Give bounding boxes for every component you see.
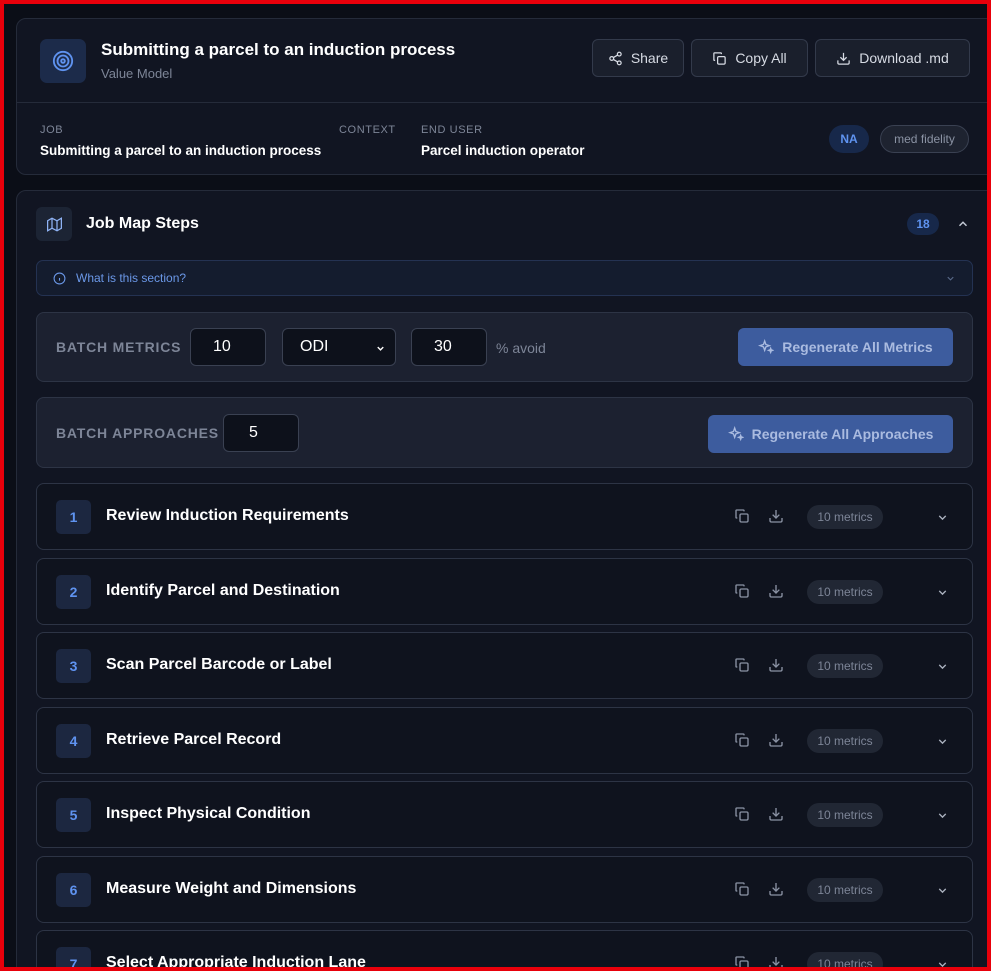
metrics-count-badge: 10 metrics: [807, 505, 883, 529]
copy-icon[interactable]: [734, 508, 750, 524]
download-icon: [837, 52, 850, 65]
job-step-row[interactable]: 4 Retrieve Parcel Record 10 metrics: [36, 707, 973, 774]
step-number: 1: [56, 500, 91, 534]
step-title: Inspect Physical Condition: [106, 805, 311, 822]
what-is-this-section-toggle[interactable]: What is this section?: [36, 260, 973, 296]
step-number: 7: [56, 947, 91, 967]
step-title: Identify Parcel and Destination: [106, 582, 340, 599]
avoid-suffix: % avoid: [496, 340, 546, 356]
copy-all-button[interactable]: Copy All: [691, 39, 808, 77]
share-button[interactable]: Share: [592, 39, 684, 77]
job-label: JOB: [40, 124, 64, 136]
sparkle-icon: [727, 426, 744, 442]
download-label: Download .md: [859, 50, 949, 66]
info-icon: [53, 272, 66, 285]
chevron-down-icon: [947, 276, 954, 281]
copy-all-label: Copy All: [735, 50, 787, 66]
batch-metrics-label: BATCH METRICS: [56, 339, 182, 355]
approaches-count-input[interactable]: [223, 414, 299, 452]
regenerate-all-approaches-button[interactable]: Regenerate All Approaches: [708, 415, 953, 453]
target-icon: [52, 50, 74, 72]
copy-icon[interactable]: [734, 881, 750, 897]
chevron-down-icon[interactable]: [936, 884, 949, 897]
step-number: 3: [56, 649, 91, 683]
metric-type-select[interactable]: ODI: [282, 328, 396, 366]
sparkle-icon: [758, 339, 775, 355]
step-title: Retrieve Parcel Record: [106, 731, 282, 748]
step-number: 6: [56, 873, 91, 907]
context-label: CONTEXT: [339, 124, 396, 136]
job-map-steps-section: Job Map Steps 18 What is this section? B…: [16, 190, 987, 967]
chevron-down-icon[interactable]: [936, 809, 949, 822]
download-icon[interactable]: [768, 732, 784, 748]
chevron-down-icon[interactable]: [936, 586, 949, 599]
page-title: Submitting a parcel to an induction proc…: [101, 40, 456, 59]
step-number: 4: [56, 724, 91, 758]
chevron-down-icon[interactable]: [936, 660, 949, 673]
step-number: 5: [56, 798, 91, 832]
download-md-button[interactable]: Download .md: [815, 39, 970, 77]
job-step-row[interactable]: 5 Inspect Physical Condition 10 metrics: [36, 781, 973, 848]
copy-icon[interactable]: [734, 657, 750, 673]
download-icon[interactable]: [768, 583, 784, 599]
job-step-row[interactable]: 7 Select Appropriate Induction Lane 10 m…: [36, 930, 973, 967]
metrics-count-badge: 10 metrics: [807, 878, 883, 902]
download-icon[interactable]: [768, 881, 784, 897]
chevron-down-icon[interactable]: [936, 511, 949, 524]
map-icon: [46, 216, 62, 232]
batch-approaches-label: BATCH APPROACHES: [56, 425, 219, 441]
copy-icon[interactable]: [734, 732, 750, 748]
job-step-row[interactable]: 3 Scan Parcel Barcode or Label 10 metric…: [36, 632, 973, 699]
metric-type-value: ODI: [300, 338, 329, 355]
copy-icon[interactable]: [734, 806, 750, 822]
end-user-value: Parcel induction operator: [421, 143, 585, 158]
regenerate-approaches-label: Regenerate All Approaches: [751, 426, 934, 442]
page: Submitting a parcel to an induction proc…: [4, 4, 987, 967]
download-icon[interactable]: [768, 657, 784, 673]
section-title: Job Map Steps: [86, 215, 199, 232]
fidelity-badge: med fidelity: [880, 125, 969, 153]
section-icon-box: [36, 207, 72, 241]
job-value: Submitting a parcel to an induction proc…: [40, 143, 322, 158]
metrics-count-badge: 10 metrics: [807, 952, 883, 967]
avoid-percent-input[interactable]: [411, 328, 487, 366]
metrics-count-badge: 10 metrics: [807, 729, 883, 753]
batch-metrics-panel: BATCH METRICS ODI % avoid Regenerate All…: [36, 312, 973, 382]
copy-icon[interactable]: [734, 583, 750, 599]
step-title: Scan Parcel Barcode or Label: [106, 656, 332, 673]
share-icon: [609, 51, 622, 65]
metrics-count-input[interactable]: [190, 328, 266, 366]
download-icon[interactable]: [768, 508, 784, 524]
job-step-row[interactable]: 2 Identify Parcel and Destination 10 met…: [36, 558, 973, 625]
job-step-row[interactable]: 6 Measure Weight and Dimensions 10 metri…: [36, 856, 973, 923]
metrics-count-badge: 10 metrics: [807, 803, 883, 827]
chevron-down-icon[interactable]: [936, 958, 949, 967]
copy-icon: [713, 51, 727, 65]
logo: [40, 39, 86, 83]
page-subtitle: Value Model: [101, 66, 173, 81]
regenerate-metrics-label: Regenerate All Metrics: [782, 339, 933, 355]
step-title: Review Induction Requirements: [106, 507, 349, 524]
download-icon[interactable]: [768, 955, 784, 967]
collapse-section-chevron-icon[interactable]: [956, 217, 970, 231]
chevron-down-icon[interactable]: [936, 735, 949, 748]
steps-count-badge: 18: [907, 213, 939, 235]
regenerate-all-metrics-button[interactable]: Regenerate All Metrics: [738, 328, 953, 366]
metrics-count-badge: 10 metrics: [807, 580, 883, 604]
batch-approaches-panel: BATCH APPROACHES Regenerate All Approach…: [36, 397, 973, 468]
header-top: Submitting a parcel to an induction proc…: [17, 19, 987, 103]
na-badge: NA: [829, 125, 869, 153]
chevron-down-icon: [377, 346, 384, 351]
copy-icon[interactable]: [734, 955, 750, 967]
share-label: Share: [630, 50, 669, 66]
metrics-count-badge: 10 metrics: [807, 654, 883, 678]
end-user-label: END USER: [421, 124, 483, 136]
step-number: 2: [56, 575, 91, 609]
value-model-header: Submitting a parcel to an induction proc…: [16, 18, 987, 175]
download-icon[interactable]: [768, 806, 784, 822]
step-title: Select Appropriate Induction Lane: [106, 954, 366, 967]
step-title: Measure Weight and Dimensions: [106, 880, 357, 897]
info-text: What is this section?: [76, 271, 187, 285]
job-step-row[interactable]: 1 Review Induction Requirements 10 metri…: [36, 483, 973, 550]
